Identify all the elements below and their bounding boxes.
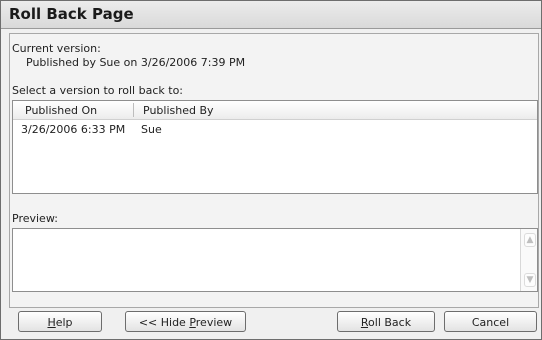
scroll-down-arrow-icon[interactable]: ▼ [524, 273, 536, 287]
hide-preview-button[interactable]: << Hide Preview [125, 311, 246, 332]
help-button[interactable]: Help [18, 311, 102, 332]
title-bar[interactable]: Roll Back Page [1, 1, 541, 29]
version-list-header: Published On Published By [13, 101, 537, 120]
roll-back-button[interactable]: Roll Back [337, 311, 435, 332]
column-divider[interactable] [133, 103, 134, 117]
column-header-published-by[interactable]: Published By [143, 104, 214, 117]
version-list[interactable]: Published On Published By 3/26/2006 6:33… [12, 100, 538, 194]
dialog-title: Roll Back Page [9, 5, 134, 23]
current-version-value: Published by Sue on 3/26/2006 7:39 PM [26, 56, 246, 69]
preview-area[interactable]: ▲ ▼ [12, 228, 538, 292]
current-version-label: Current version: [12, 42, 101, 55]
preview-label: Preview: [12, 212, 58, 225]
row-published-by: Sue [141, 123, 162, 136]
cancel-button[interactable]: Cancel [444, 311, 537, 332]
version-list-row[interactable]: 3/26/2006 6:33 PM Sue [13, 121, 537, 137]
column-header-published-on[interactable]: Published On [25, 104, 97, 117]
scroll-up-arrow-icon[interactable]: ▲ [524, 233, 536, 247]
select-version-label: Select a version to roll back to: [12, 84, 183, 97]
row-published-on: 3/26/2006 6:33 PM [21, 123, 126, 136]
preview-scrollbar[interactable]: ▲ ▼ [520, 229, 537, 291]
